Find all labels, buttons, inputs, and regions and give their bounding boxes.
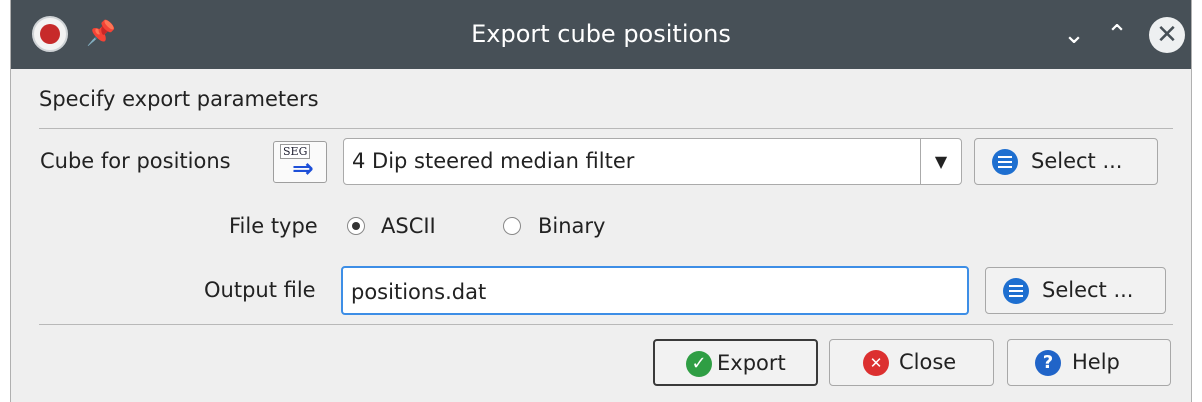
dialog-heading: Specify export parameters — [39, 87, 319, 111]
cube-select-button[interactable]: Select ... — [974, 138, 1158, 185]
checkmark-icon — [686, 351, 712, 377]
close-button-label: Close — [899, 350, 957, 374]
radio-ascii[interactable] — [347, 217, 365, 235]
output-file-label: Output file — [204, 278, 316, 302]
close-circle-icon — [863, 350, 889, 376]
help-button-label: Help — [1072, 350, 1120, 374]
cube-select-value: 4 Dip steered median filter — [352, 149, 635, 173]
output-file-field[interactable] — [341, 266, 969, 315]
close-button[interactable]: Close — [829, 339, 994, 386]
cube-select[interactable]: 4 Dip steered median filter ▼ — [343, 138, 962, 185]
chevron-down-icon[interactable]: ⌄ — [1056, 17, 1092, 53]
close-icon[interactable]: ✕ — [1149, 17, 1185, 53]
list-icon — [992, 149, 1018, 175]
list-icon — [1003, 278, 1029, 304]
help-button[interactable]: Help — [1007, 339, 1171, 386]
radio-binary[interactable] — [503, 217, 521, 235]
chevron-down-icon[interactable]: ▼ — [920, 139, 961, 184]
divider — [39, 128, 1173, 129]
radio-ascii-label[interactable]: ASCII — [381, 206, 436, 246]
radio-binary-label[interactable]: Binary — [538, 206, 605, 246]
window-title: Export cube positions — [471, 20, 731, 48]
export-button[interactable]: Export — [653, 339, 818, 386]
cube-label: Cube for positions — [40, 149, 231, 173]
export-dialog: 📌 Export cube positions ⌄ ⌃ ✕ Specify ex… — [10, 0, 1192, 402]
divider — [39, 324, 1173, 325]
chevron-up-icon[interactable]: ⌃ — [1099, 17, 1135, 53]
output-select-button-label: Select ... — [1042, 278, 1134, 302]
output-select-button[interactable]: Select ... — [985, 267, 1166, 314]
file-type-label: File type — [229, 214, 318, 238]
cube-select-button-label: Select ... — [1031, 149, 1123, 173]
title-bar: 📌 Export cube positions ⌄ ⌃ ✕ — [11, 0, 1191, 69]
export-button-label: Export — [717, 351, 786, 375]
output-file-input[interactable] — [349, 268, 953, 315]
help-icon — [1035, 350, 1061, 376]
seg-import-icon[interactable]: SEG ⇒ — [273, 141, 327, 183]
